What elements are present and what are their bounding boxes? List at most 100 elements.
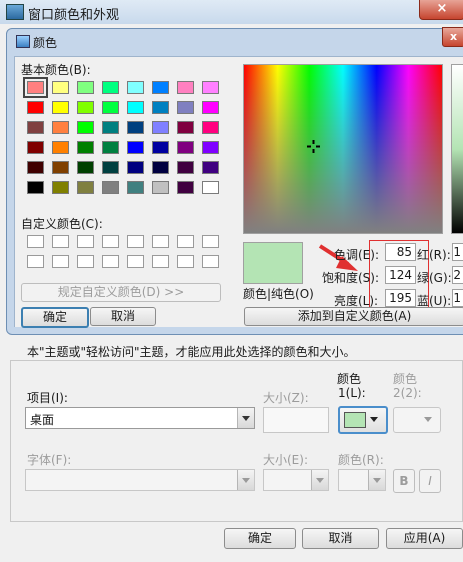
basic-color-swatch[interactable] — [23, 77, 48, 98]
basic-color-swatch[interactable] — [77, 81, 94, 94]
lum-input[interactable]: 195 — [385, 289, 416, 307]
custom-color-slot[interactable] — [102, 255, 119, 268]
italic-button[interactable]: I — [419, 469, 441, 493]
basic-color-swatch[interactable] — [202, 81, 219, 94]
custom-color-slot[interactable] — [27, 255, 44, 268]
basic-color-swatch[interactable] — [102, 181, 119, 194]
custom-color-slot[interactable] — [202, 235, 219, 248]
basic-color-swatch[interactable] — [177, 181, 194, 194]
basic-color-swatch[interactable] — [27, 141, 44, 154]
basic-color-swatch[interactable] — [27, 181, 44, 194]
color2-picker-button[interactable] — [393, 407, 441, 433]
chevron-down-icon — [237, 408, 254, 428]
basic-color-swatch[interactable] — [152, 101, 169, 114]
basic-color-swatch[interactable] — [27, 161, 44, 174]
font-size-chevron-down-icon — [311, 470, 328, 490]
bold-button[interactable]: B — [393, 469, 415, 493]
footer-cancel-button[interactable]: 取消 — [302, 528, 379, 549]
basic-color-swatch[interactable] — [202, 161, 219, 174]
green-input[interactable]: 2 — [452, 266, 463, 284]
basic-color-swatch[interactable] — [52, 181, 69, 194]
custom-color-slot[interactable] — [52, 255, 69, 268]
basic-color-swatch[interactable] — [52, 141, 69, 154]
custom-color-slot[interactable] — [127, 255, 144, 268]
basic-color-swatch[interactable] — [127, 121, 144, 134]
custom-color-slot[interactable] — [177, 255, 194, 268]
basic-color-swatch[interactable] — [152, 121, 169, 134]
basic-color-swatch[interactable] — [177, 121, 194, 134]
item-select[interactable]: 桌面 — [25, 407, 255, 429]
basic-color-swatch[interactable] — [77, 101, 94, 114]
basic-color-swatch[interactable] — [52, 161, 69, 174]
font-color-chevron-down-icon — [368, 470, 385, 490]
basic-color-swatch[interactable] — [102, 121, 119, 134]
basic-color-swatch[interactable] — [152, 181, 169, 194]
basic-color-swatch[interactable] — [127, 161, 144, 174]
basic-color-swatch[interactable] — [77, 121, 94, 134]
color-dialog-icon — [16, 35, 30, 48]
basic-color-swatch[interactable] — [202, 141, 219, 154]
red-input[interactable]: 1 — [452, 243, 463, 261]
font-select[interactable] — [25, 469, 255, 491]
basic-color-swatch[interactable] — [127, 181, 144, 194]
custom-color-slot[interactable] — [152, 235, 169, 248]
font-color-select[interactable] — [338, 469, 386, 491]
cancel-button[interactable]: 取消 — [90, 307, 156, 326]
color1-label-bottom: 1(L): — [338, 386, 366, 400]
basic-color-swatch[interactable] — [127, 101, 144, 114]
basic-color-swatch[interactable] — [52, 121, 69, 134]
basic-color-swatch[interactable] — [177, 81, 194, 94]
dialog-close-button[interactable]: x — [442, 27, 463, 47]
custom-color-slot[interactable] — [177, 235, 194, 248]
color2-chevron-down-icon — [424, 417, 432, 426]
basic-color-swatch[interactable] — [102, 161, 119, 174]
basic-color-swatch[interactable] — [27, 101, 44, 114]
color1-picker-button[interactable] — [338, 406, 388, 434]
size-spinner[interactable] — [263, 407, 329, 433]
basic-color-swatch[interactable] — [177, 101, 194, 114]
custom-color-slot[interactable] — [77, 235, 94, 248]
outer-title: 窗口颜色和外观 — [28, 8, 120, 23]
custom-color-slot[interactable] — [77, 255, 94, 268]
basic-color-swatch[interactable] — [127, 141, 144, 154]
font-size-select[interactable] — [263, 469, 329, 491]
basic-color-swatch[interactable] — [102, 81, 119, 94]
green-label: 绿(G): — [417, 271, 452, 285]
basic-color-swatch[interactable] — [77, 181, 94, 194]
luminance-slider[interactable] — [451, 64, 463, 234]
basic-color-swatch[interactable] — [202, 101, 219, 114]
custom-color-slot[interactable] — [127, 235, 144, 248]
basic-color-swatch[interactable] — [102, 141, 119, 154]
add-to-custom-colors-button[interactable]: 添加到自定义颜色(A) — [244, 307, 463, 326]
hue-input[interactable]: 85 — [385, 243, 416, 261]
basic-color-swatch[interactable] — [152, 161, 169, 174]
outer-close-button[interactable]: × — [419, 0, 463, 20]
basic-color-swatch[interactable] — [152, 141, 169, 154]
custom-color-slot[interactable] — [202, 255, 219, 268]
basic-color-swatch[interactable] — [102, 101, 119, 114]
basic-color-swatch[interactable] — [52, 81, 69, 94]
basic-color-swatch[interactable] — [77, 161, 94, 174]
define-custom-colors-button[interactable]: 规定自定义颜色(D) >> — [21, 283, 221, 302]
basic-color-swatch[interactable] — [152, 81, 169, 94]
custom-color-slot[interactable] — [152, 255, 169, 268]
basic-color-swatch[interactable] — [177, 141, 194, 154]
basic-color-swatch[interactable] — [52, 101, 69, 114]
custom-color-slot[interactable] — [52, 235, 69, 248]
basic-color-swatch[interactable] — [202, 121, 219, 134]
ok-button[interactable]: 确定 — [21, 307, 89, 328]
custom-color-slot[interactable] — [102, 235, 119, 248]
basic-color-swatch[interactable] — [177, 161, 194, 174]
custom-color-slot[interactable] — [27, 235, 44, 248]
basic-color-swatch[interactable] — [77, 141, 94, 154]
basic-color-swatch[interactable] — [127, 81, 144, 94]
sat-input[interactable]: 124 — [385, 266, 416, 284]
color-spectrum[interactable] — [243, 64, 443, 234]
color1-label-top: 颜色 — [337, 372, 362, 386]
blue-input[interactable]: 1 — [452, 289, 463, 307]
footer-ok-button[interactable]: 确定 — [224, 528, 296, 549]
basic-color-swatch[interactable] — [27, 121, 44, 134]
basic-color-swatch[interactable] — [202, 181, 219, 194]
footer-apply-button[interactable]: 应用(A) — [386, 528, 463, 549]
custom-colors-label: 自定义颜色(C): — [21, 217, 103, 231]
